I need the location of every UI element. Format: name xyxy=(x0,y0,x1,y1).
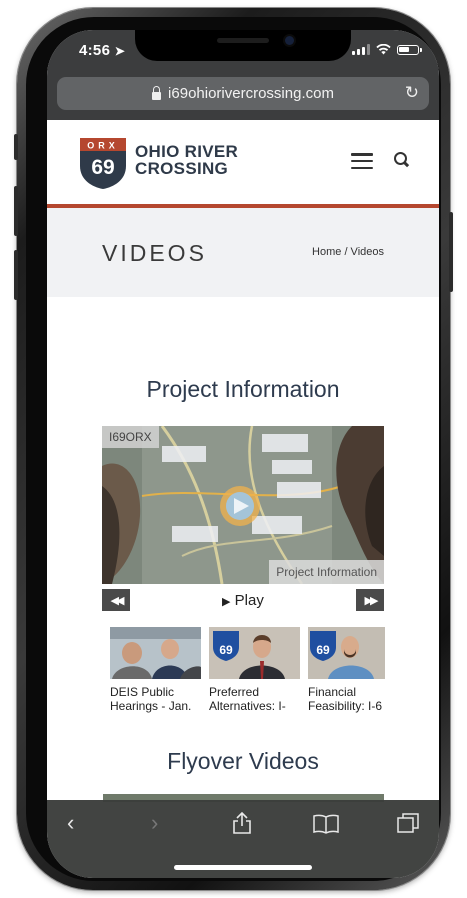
thumbnail-image xyxy=(110,627,201,679)
rewind-icon: ◀◀ xyxy=(110,594,125,607)
playlist-item-title: DEIS Public Hearings - Jan. xyxy=(110,685,192,713)
mute-switch xyxy=(14,134,18,160)
bookmarks-icon[interactable] xyxy=(313,814,339,834)
power-button xyxy=(449,212,453,292)
thumbnail-image: 69 xyxy=(209,627,300,679)
video-caption: Project Information xyxy=(269,560,384,584)
logo-badge-top: ORX xyxy=(87,141,119,151)
orx-69-shield-logo[interactable]: ORX 69 xyxy=(78,136,128,190)
cellular-signal-icon xyxy=(352,44,370,55)
reload-icon[interactable]: ↻ xyxy=(405,83,419,103)
home-indicator[interactable] xyxy=(174,865,312,870)
video-player[interactable]: I69ORX Project Information xyxy=(102,426,384,584)
logo-badge-number: 69 xyxy=(91,156,114,179)
share-icon[interactable] xyxy=(232,811,252,835)
video-playlist: DEIS Public Hearings - Jan. 69 Preferred… xyxy=(110,627,432,719)
forward-icon[interactable]: › xyxy=(151,810,158,836)
lock-icon xyxy=(152,85,162,100)
logo-wordmark[interactable]: OHIO RIVER CROSSING xyxy=(135,143,238,177)
play-icon: ▶ xyxy=(222,596,231,608)
play-button[interactable]: ▶ Play xyxy=(222,592,264,609)
svg-text:69: 69 xyxy=(219,643,233,657)
status-time: 4:56 ➤ xyxy=(79,42,125,59)
thumbnail-image: 69 xyxy=(308,627,385,679)
battery-icon xyxy=(397,44,422,55)
playlist-item[interactable]: 69 Financial Feasibility: I-6 xyxy=(308,627,385,713)
screen: 4:56 ➤ i69ohiorivercrossing.com ↻ ORX 69… xyxy=(47,30,439,878)
address-bar[interactable]: i69ohiorivercrossing.com ↻ xyxy=(57,77,429,110)
svg-text:69: 69 xyxy=(316,643,330,657)
logo-line-2: CROSSING xyxy=(135,159,229,178)
section-title-flyover: Flyover Videos xyxy=(167,748,319,774)
rewind-button[interactable]: ◀◀ xyxy=(102,589,130,611)
notch xyxy=(135,30,351,61)
speaker-grille xyxy=(217,38,269,43)
url-text: i69ohiorivercrossing.com xyxy=(168,85,334,102)
player-controls: ◀◀ ▶ Play ▶▶ xyxy=(102,589,384,613)
breadcrumb[interactable]: Home / Videos xyxy=(312,246,384,258)
playlist-item-title: Preferred Alternatives: I- xyxy=(209,685,286,713)
play-label: Play xyxy=(234,592,264,609)
tabs-icon[interactable] xyxy=(396,812,420,834)
menu-icon[interactable] xyxy=(351,153,373,170)
page-title-banner: VIDEOS Home / Videos xyxy=(47,208,439,297)
page-title: VIDEOS xyxy=(102,240,207,266)
logo-line-1: OHIO RIVER xyxy=(135,142,239,161)
channel-tag: I69ORX xyxy=(102,426,159,448)
status-indicators xyxy=(352,44,422,55)
wifi-icon xyxy=(376,44,391,55)
back-icon[interactable]: ‹ xyxy=(67,810,74,836)
site-header: ORX 69 OHIO RIVER CROSSING xyxy=(47,120,439,208)
front-camera xyxy=(285,36,294,45)
playlist-item[interactable]: DEIS Public Hearings - Jan. xyxy=(110,627,201,713)
volume-up-button xyxy=(14,186,18,236)
browser-top-bar: 4:56 ➤ i69ohiorivercrossing.com ↻ xyxy=(47,30,439,120)
playlist-item-title: Financial Feasibility: I-6 xyxy=(308,685,383,713)
section-title-project: Project Information xyxy=(146,376,340,402)
playlist-item[interactable]: 69 Preferred Alternatives: I- xyxy=(209,627,300,713)
location-arrow-icon: ➤ xyxy=(114,44,126,58)
status-time-text: 4:56 xyxy=(79,42,111,59)
volume-down-button xyxy=(14,250,18,300)
fast-forward-icon: ▶▶ xyxy=(364,594,379,607)
search-icon[interactable] xyxy=(394,152,407,165)
fast-forward-button[interactable]: ▶▶ xyxy=(356,589,384,611)
